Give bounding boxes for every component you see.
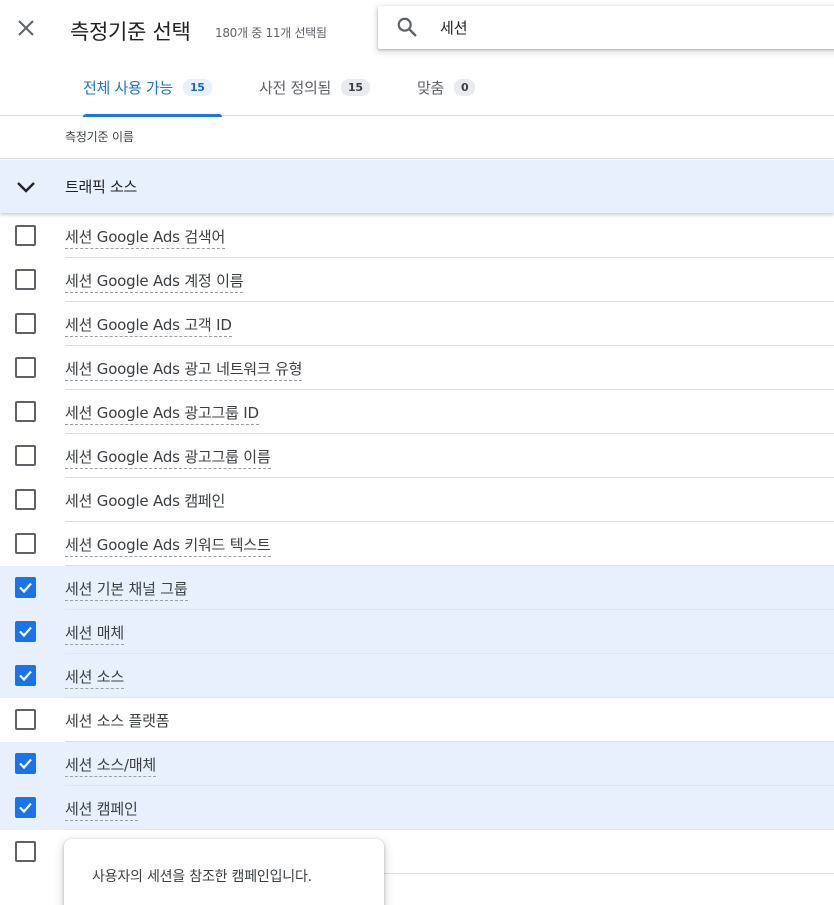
list-item[interactable]: 세션 기본 채널 그룹	[0, 566, 834, 610]
checkbox[interactable]	[15, 445, 36, 466]
tab-count-badge: 15	[340, 78, 370, 96]
list-item-label: 세션 Google Ads 광고그룹 ID	[65, 402, 259, 425]
selection-count: 180개 중 11개 선택됨	[215, 26, 327, 40]
checkbox-checked[interactable]	[15, 797, 36, 818]
list-item-label: 세션 캠페인	[65, 798, 138, 821]
dialog-title: 측정기준 선택	[70, 20, 191, 44]
search-icon	[397, 17, 417, 37]
column-header-label: 측정기준 이름	[65, 130, 134, 144]
list-item-label: 세션 Google Ads 캠페인	[65, 492, 226, 510]
checkbox[interactable]	[15, 401, 36, 422]
list-item-label: 세션 매체	[65, 622, 124, 645]
list-item[interactable]: 세션 Google Ads 고객 ID	[0, 302, 834, 346]
list-item-label: 세션 Google Ads 광고 네트워크 유형	[65, 358, 302, 381]
checkmark-icon	[19, 670, 32, 682]
tab-all-available[interactable]: 전체 사용 가능 15	[83, 58, 222, 117]
search-box[interactable]	[378, 6, 834, 49]
list-item-label: 세션 소스/매체	[65, 754, 156, 777]
list-item-label: 세션 Google Ads 검색어	[65, 226, 225, 249]
checkmark-icon	[19, 802, 32, 814]
list-item-label: 세션 소스 플랫폼	[65, 712, 170, 730]
checkbox[interactable]	[15, 313, 36, 334]
list-item[interactable]: 세션 Google Ads 광고 네트워크 유형	[0, 346, 834, 390]
checkmark-icon	[19, 758, 32, 770]
tooltip: 사용자의 세션을 참조한 캠페인입니다.	[64, 839, 384, 905]
list-item-label: 세션 기본 채널 그룹	[65, 578, 188, 601]
checkbox[interactable]	[15, 841, 36, 862]
list-item[interactable]: 세션 소스/매체	[0, 742, 834, 786]
list-item-label: 세션 소스	[65, 666, 124, 689]
checkbox-checked[interactable]	[15, 665, 36, 686]
tab-custom[interactable]: 맞춤 0	[417, 58, 476, 116]
list-item-label: 세션 Google Ads 고객 ID	[65, 314, 232, 337]
checkmark-icon	[19, 582, 32, 594]
list-item-label: 세션 Google Ads 키워드 텍스트	[65, 534, 271, 557]
checkbox[interactable]	[15, 709, 36, 730]
checkbox[interactable]	[15, 225, 36, 246]
tab-predefined[interactable]: 사전 정의됨 15	[259, 58, 370, 116]
dialog-header: 측정기준 선택 180개 중 11개 선택됨	[0, 0, 834, 58]
list-item[interactable]: 세션 소스 플랫폼	[0, 698, 834, 742]
group-label: 트래픽 소스	[65, 178, 137, 196]
group-row-traffic-source[interactable]: 트래픽 소스	[0, 160, 834, 213]
list-item[interactable]: 세션 Google Ads 광고그룹 이름	[0, 434, 834, 478]
tooltip-text: 사용자의 세션을 참조한 캠페인입니다.	[92, 869, 312, 885]
chevron-down-icon[interactable]	[14, 176, 38, 198]
tab-count-badge: 0	[454, 78, 476, 96]
tab-label: 사전 정의됨	[259, 78, 331, 97]
column-header: 측정기준 이름	[0, 116, 834, 159]
checkbox-checked[interactable]	[15, 621, 36, 642]
list-item[interactable]: 세션 캠페인	[0, 786, 834, 830]
search-input[interactable]	[440, 15, 820, 39]
list-item[interactable]: 세션 Google Ads 검색어	[0, 214, 834, 258]
checkbox[interactable]	[15, 357, 36, 378]
list-item[interactable]: 세션 Google Ads 계정 이름	[0, 258, 834, 302]
checkbox[interactable]	[15, 269, 36, 290]
checkmark-icon	[19, 626, 32, 638]
checkbox-checked[interactable]	[15, 753, 36, 774]
tab-count-badge: 15	[182, 78, 212, 96]
checkbox[interactable]	[15, 489, 36, 510]
tab-bar: 전체 사용 가능 15 사전 정의됨 15 맞춤 0	[0, 58, 834, 117]
tab-label: 전체 사용 가능	[83, 78, 173, 97]
close-icon	[18, 20, 34, 36]
checkbox[interactable]	[15, 533, 36, 554]
dimension-list: 세션 Google Ads 검색어세션 Google Ads 계정 이름세션 G…	[0, 214, 834, 874]
list-item-label: 세션 Google Ads 계정 이름	[65, 270, 244, 293]
list-item[interactable]: 세션 Google Ads 캠페인	[0, 478, 834, 522]
tab-label: 맞춤	[417, 78, 445, 97]
list-item[interactable]: 세션 매체	[0, 610, 834, 654]
list-item[interactable]: 세션 Google Ads 광고그룹 ID	[0, 390, 834, 434]
list-item-label: 세션 Google Ads 광고그룹 이름	[65, 446, 271, 469]
list-item[interactable]: 세션 소스	[0, 654, 834, 698]
list-item[interactable]: 세션 Google Ads 키워드 텍스트	[0, 522, 834, 566]
close-button[interactable]	[12, 14, 40, 42]
checkbox-checked[interactable]	[15, 577, 36, 598]
